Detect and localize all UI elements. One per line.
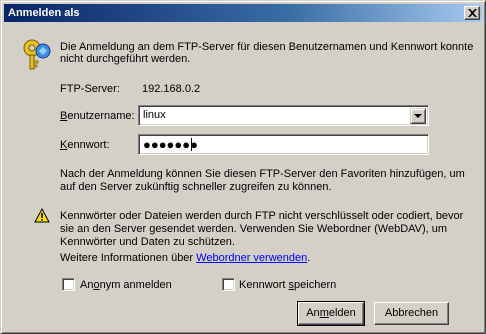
- dialog-title: Anmelden als: [8, 7, 80, 19]
- webfolder-link[interactable]: Webordner verwenden: [196, 252, 307, 264]
- title-bar[interactable]: Anmelden als: [4, 4, 482, 22]
- username-dropdown-button[interactable]: [410, 108, 426, 124]
- ftp-server-label: FTP-Server:: [60, 83, 120, 95]
- warning-icon: [34, 208, 50, 223]
- username-label: Benutzername:: [60, 110, 135, 122]
- anonymous-login-checkbox[interactable]: [62, 278, 75, 291]
- text-caret: [191, 138, 192, 151]
- close-button[interactable]: [464, 6, 480, 20]
- close-icon: [468, 9, 477, 17]
- username-combobox[interactable]: linux: [138, 105, 429, 126]
- ftp-server-value: 192.168.0.2: [142, 83, 201, 95]
- password-field[interactable]: ●●●●●●●: [138, 134, 429, 155]
- chevron-down-icon: [414, 114, 422, 118]
- warning-text-line3: Kennwörter und Daten zu schützen.: [60, 236, 235, 248]
- username-input[interactable]: linux: [143, 109, 166, 122]
- cancel-button[interactable]: Abbrechen: [374, 302, 449, 325]
- password-masked-value: ●●●●●●●: [143, 137, 198, 152]
- intro-text-line2: nicht durchgeführt werden.: [60, 53, 191, 65]
- login-button[interactable]: Anmelden: [297, 301, 365, 326]
- favorites-note-line2: auf den Server zukünftig schneller zugre…: [60, 181, 332, 193]
- warning-text-line1: Kennwörter oder Dateien werden durch FTP…: [60, 210, 464, 222]
- more-info-line: Weitere Informationen über Webordner ver…: [60, 252, 311, 264]
- password-label: Kennwort:: [60, 139, 110, 151]
- save-password-label[interactable]: Kennwort speichern: [239, 279, 336, 292]
- key-icon: [23, 39, 51, 70]
- login-dialog: Anmelden als Die Anmeldung an dem FTP-Se…: [0, 0, 486, 334]
- warning-text-line2: sie an den Server gesendet werden. Verwe…: [60, 223, 448, 235]
- favorites-note-line1: Nach der Anmeldung können Sie diesen FTP…: [60, 168, 465, 180]
- anonymous-login-label[interactable]: Anonym anmelden: [80, 279, 172, 292]
- save-password-checkbox[interactable]: [222, 278, 235, 291]
